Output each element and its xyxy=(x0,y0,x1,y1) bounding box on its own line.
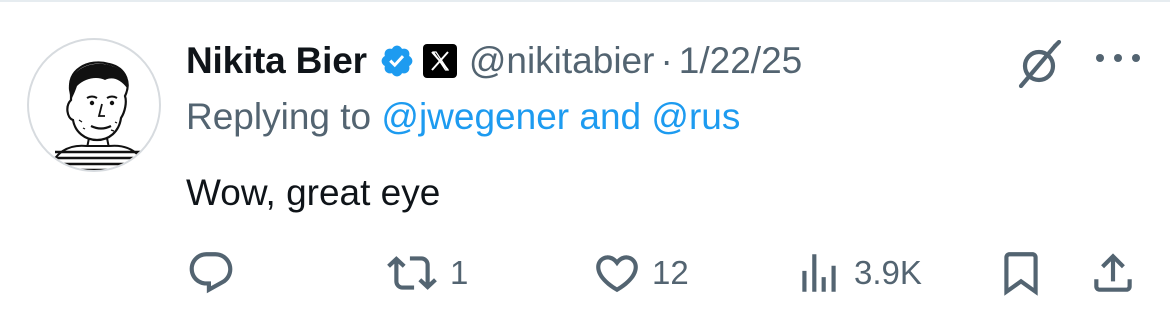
bookmark-button[interactable] xyxy=(996,245,1046,301)
share-icon xyxy=(1094,253,1132,292)
more-icon[interactable] xyxy=(1092,46,1144,70)
share-button[interactable] xyxy=(1088,245,1138,301)
retweet-icon xyxy=(387,256,437,290)
author-handle[interactable]: @nikitabier xyxy=(469,40,655,82)
views-icon xyxy=(802,254,836,292)
tweet: Nikita Bier @nikitabier · 1/22/25 Replyi… xyxy=(0,0,1170,335)
grok-icon[interactable] xyxy=(1015,40,1063,88)
reply-button[interactable] xyxy=(186,245,246,301)
reply-context: Replying to @jwegener and @rus xyxy=(186,96,740,138)
like-button[interactable]: 12 xyxy=(592,245,689,301)
tweet-header: Nikita Bier @nikitabier · 1/22/25 xyxy=(186,36,802,86)
retweet-button[interactable]: 1 xyxy=(384,245,468,301)
like-icon xyxy=(596,255,638,293)
like-count: 12 xyxy=(652,254,689,291)
views-button[interactable]: 3.9K xyxy=(794,245,922,301)
verified-badge-icon xyxy=(381,45,413,77)
bookmark-icon xyxy=(1004,252,1038,296)
retweet-count: 1 xyxy=(450,254,469,291)
action-bar: 1 12 3.9K xyxy=(0,245,1170,301)
avatar[interactable] xyxy=(27,38,161,172)
views-count: 3.9K xyxy=(854,254,922,291)
reply-icon xyxy=(189,252,233,294)
reply-prefix: Replying to xyxy=(186,96,372,137)
tweet-date[interactable]: 1/22/25 xyxy=(679,40,802,82)
x-logo-icon xyxy=(422,44,457,78)
tweet-text: Wow, great eye xyxy=(186,172,441,213)
separator-dot: · xyxy=(660,40,673,81)
author-name[interactable]: Nikita Bier xyxy=(186,40,367,82)
reply-mentions[interactable]: @jwegener and @rus xyxy=(381,96,740,137)
